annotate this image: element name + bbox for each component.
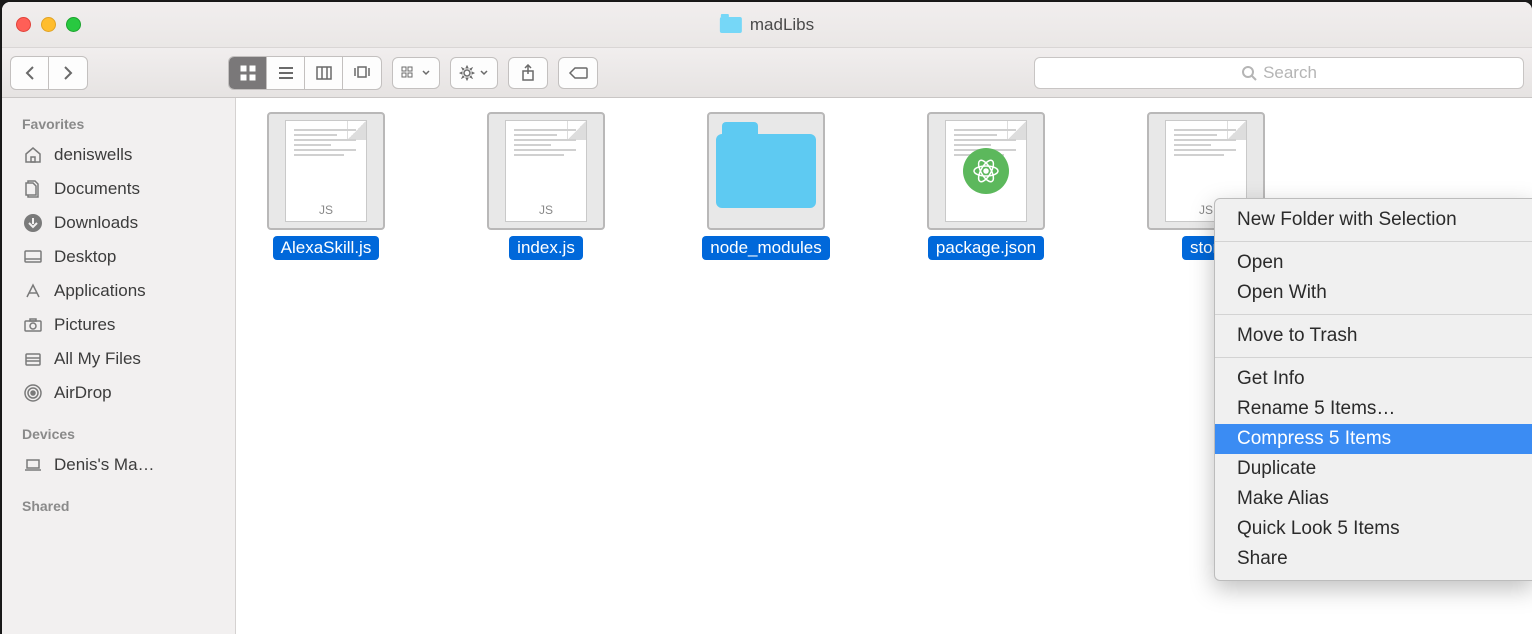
list-view-button[interactable]: [267, 57, 305, 89]
file-icon: JS: [267, 112, 385, 230]
menu-separator: [1215, 314, 1532, 315]
menu-separator: [1215, 241, 1532, 242]
menu-separator: [1215, 357, 1532, 358]
sidebar-item-label: deniswells: [54, 145, 132, 165]
sidebar-item-label: Documents: [54, 179, 140, 199]
zoom-window-button[interactable]: [66, 17, 81, 32]
sidebar-item-desktop[interactable]: Desktop: [2, 240, 235, 274]
sidebar-item-label: Desktop: [54, 247, 116, 267]
column-view-button[interactable]: [305, 57, 343, 89]
file-label: index.js: [509, 236, 583, 260]
back-button[interactable]: [11, 57, 49, 89]
action-button[interactable]: [450, 57, 498, 89]
sidebar-item-airdrop[interactable]: AirDrop: [2, 376, 235, 410]
sidebar-section-favorites: Favorites: [2, 114, 235, 138]
sidebar-section-shared: Shared: [2, 496, 235, 520]
minimize-window-button[interactable]: [41, 17, 56, 32]
nav-buttons: [10, 56, 88, 90]
menu-item[interactable]: Get Info: [1215, 364, 1532, 394]
sidebar-item-downloads[interactable]: Downloads: [2, 206, 235, 240]
sidebar-item-applications[interactable]: Applications: [2, 274, 235, 308]
menu-item[interactable]: Quick Look 5 Items: [1215, 514, 1532, 544]
file-label: AlexaSkill.js: [273, 236, 380, 260]
file-icon: JS: [487, 112, 605, 230]
camera-icon: [22, 314, 44, 336]
sidebar-item-documents[interactable]: Documents: [2, 172, 235, 206]
menu-item[interactable]: Compress 5 Items: [1215, 424, 1532, 454]
arrange-button[interactable]: [392, 57, 440, 89]
file-item[interactable]: JS AlexaSkill.js: [266, 112, 386, 260]
sidebar-item-label: Pictures: [54, 315, 115, 335]
file-item[interactable]: package.json: [926, 112, 1046, 260]
sidebar-item-label: Denis's Ma…: [54, 455, 155, 475]
menu-item[interactable]: Make Alias: [1215, 484, 1532, 514]
folder-icon: [707, 112, 825, 230]
menu-item[interactable]: Move to Trash: [1215, 321, 1532, 351]
share-button[interactable]: [508, 57, 548, 89]
context-menu: New Folder with Selection OpenOpen With Mo…: [1214, 198, 1532, 581]
file-item[interactable]: node_modules: [706, 112, 826, 260]
menu-item[interactable]: Open With: [1215, 278, 1532, 308]
search-input[interactable]: Search: [1034, 57, 1524, 89]
tags-button[interactable]: [558, 57, 598, 89]
titlebar: madLibs: [2, 2, 1532, 48]
sidebar-item-pictures[interactable]: Pictures: [2, 308, 235, 342]
folder-icon: [720, 17, 742, 33]
sidebar-item-label: Downloads: [54, 213, 138, 233]
document-icon: [22, 178, 44, 200]
desktop-icon: [22, 246, 44, 268]
forward-button[interactable]: [49, 57, 87, 89]
menu-item[interactable]: Open: [1215, 248, 1532, 278]
close-window-button[interactable]: [16, 17, 31, 32]
file-item[interactable]: JS index.js: [486, 112, 606, 260]
sidebar-item-label: Applications: [54, 281, 146, 301]
menu-item[interactable]: Share: [1215, 544, 1532, 574]
traffic-lights: [16, 17, 81, 32]
airdrop-icon: [22, 382, 44, 404]
laptop-icon: [22, 454, 44, 476]
finder-window: madLibs Search Favorites deniswells Docu…: [2, 2, 1532, 634]
toolbar: Search: [2, 48, 1532, 98]
sidebar-item-device[interactable]: Denis's Ma…: [2, 448, 235, 482]
file-icon: [927, 112, 1045, 230]
icon-view-button[interactable]: [229, 57, 267, 89]
sidebar-item-label: AirDrop: [54, 383, 112, 403]
window-title: madLibs: [750, 15, 814, 35]
download-icon: [22, 212, 44, 234]
sidebar-item-all-my-files[interactable]: All My Files: [2, 342, 235, 376]
sidebar: Favorites deniswells Documents Downloads…: [2, 98, 236, 634]
all-files-icon: [22, 348, 44, 370]
applications-icon: [22, 280, 44, 302]
menu-item[interactable]: New Folder with Selection: [1215, 205, 1532, 235]
home-icon: [22, 144, 44, 166]
search-placeholder: Search: [1263, 63, 1317, 83]
sidebar-item-home[interactable]: deniswells: [2, 138, 235, 172]
menu-item[interactable]: Duplicate: [1215, 454, 1532, 484]
search-icon: [1241, 65, 1257, 81]
view-mode-group: [228, 56, 382, 90]
sidebar-section-devices: Devices: [2, 424, 235, 448]
file-label: package.json: [928, 236, 1044, 260]
sidebar-item-label: All My Files: [54, 349, 141, 369]
file-label: node_modules: [702, 236, 830, 260]
menu-item[interactable]: Rename 5 Items…: [1215, 394, 1532, 424]
coverflow-view-button[interactable]: [343, 57, 381, 89]
